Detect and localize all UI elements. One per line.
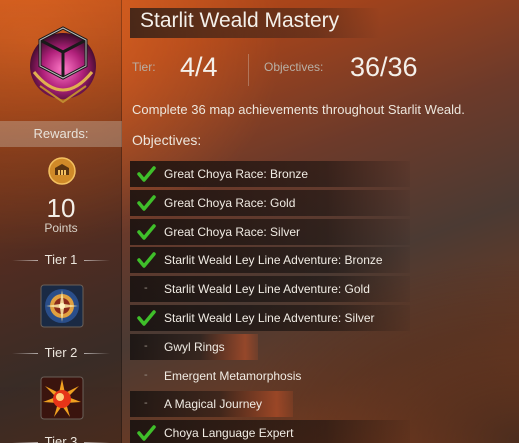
- objective-label: Choya Language Expert: [164, 426, 294, 440]
- objective-label: Emergent Metamorphosis: [164, 369, 302, 383]
- objective-label: Great Choya Race: Silver: [164, 225, 301, 239]
- objective-label: Starlit Weald Ley Line Adventure: Gold: [164, 282, 370, 296]
- objective-row: Great Choya Race: Silver: [130, 219, 410, 245]
- objective-row: - A Magical Journey: [130, 391, 293, 417]
- tier-1-label: Tier 1: [0, 252, 122, 267]
- objective-label: Great Choya Race: Gold: [164, 196, 296, 210]
- objective-label: Gwyl Rings: [164, 340, 225, 354]
- checkmark-icon: [137, 224, 156, 240]
- incomplete-dash-icon: -: [144, 397, 148, 409]
- incomplete-dash-icon: -: [144, 282, 148, 294]
- objectives-count-value: 36/36: [350, 52, 418, 82]
- points-label: Points: [44, 221, 78, 235]
- objective-row: - Gwyl Rings: [130, 334, 258, 360]
- achievement-description: Complete 36 map achievements throughout …: [132, 102, 465, 117]
- objective-row: Choya Language Expert: [130, 420, 410, 443]
- checkmark-icon: [137, 252, 156, 268]
- tier-3-label: Tier 3: [0, 434, 122, 443]
- achievement-title: Starlit Weald Mastery: [140, 9, 340, 32]
- rewards-label: Rewards:: [0, 121, 122, 147]
- objective-label: Starlit Weald Ley Line Adventure: Silver: [164, 311, 375, 325]
- incomplete-dash-icon: -: [144, 340, 148, 352]
- points-value: 10: [46, 193, 76, 223]
- objective-row: Great Choya Race: Bronze: [130, 161, 410, 187]
- tier-value: 4/4: [180, 52, 218, 82]
- compass-medallion-icon[interactable]: [40, 284, 84, 328]
- checkmark-icon: [137, 195, 156, 211]
- objectives-heading: Objectives:: [132, 132, 202, 148]
- achievement-points-icon: [48, 157, 76, 185]
- checkmark-icon: [137, 425, 156, 441]
- stat-divider: [248, 54, 249, 86]
- objective-row: Starlit Weald Ley Line Adventure: Bronze: [130, 247, 410, 273]
- tier-2-label: Tier 2: [0, 345, 122, 360]
- sunburst-orb-icon[interactable]: [40, 376, 84, 420]
- objective-row: - Emergent Metamorphosis: [130, 363, 410, 389]
- checkmark-icon: [137, 310, 156, 326]
- tier-label: Tier:: [132, 60, 156, 74]
- objective-label: Great Choya Race: Bronze: [164, 167, 309, 181]
- objectives-count-label: Objectives:: [264, 60, 324, 74]
- rewards-panel: Rewards: 10 Points Tier 1 Tier 2 Tier 3: [0, 0, 122, 443]
- objective-row: Great Choya Race: Gold: [130, 190, 410, 216]
- incomplete-dash-icon: -: [144, 369, 148, 381]
- objective-row: - Starlit Weald Ley Line Adventure: Gold: [130, 276, 410, 302]
- mastery-emblem-icon: [30, 26, 96, 104]
- objective-label: Starlit Weald Ley Line Adventure: Bronze: [164, 253, 383, 267]
- objective-row: Starlit Weald Ley Line Adventure: Silver: [130, 305, 410, 331]
- checkmark-icon: [137, 166, 156, 182]
- objective-label: A Magical Journey: [164, 397, 263, 411]
